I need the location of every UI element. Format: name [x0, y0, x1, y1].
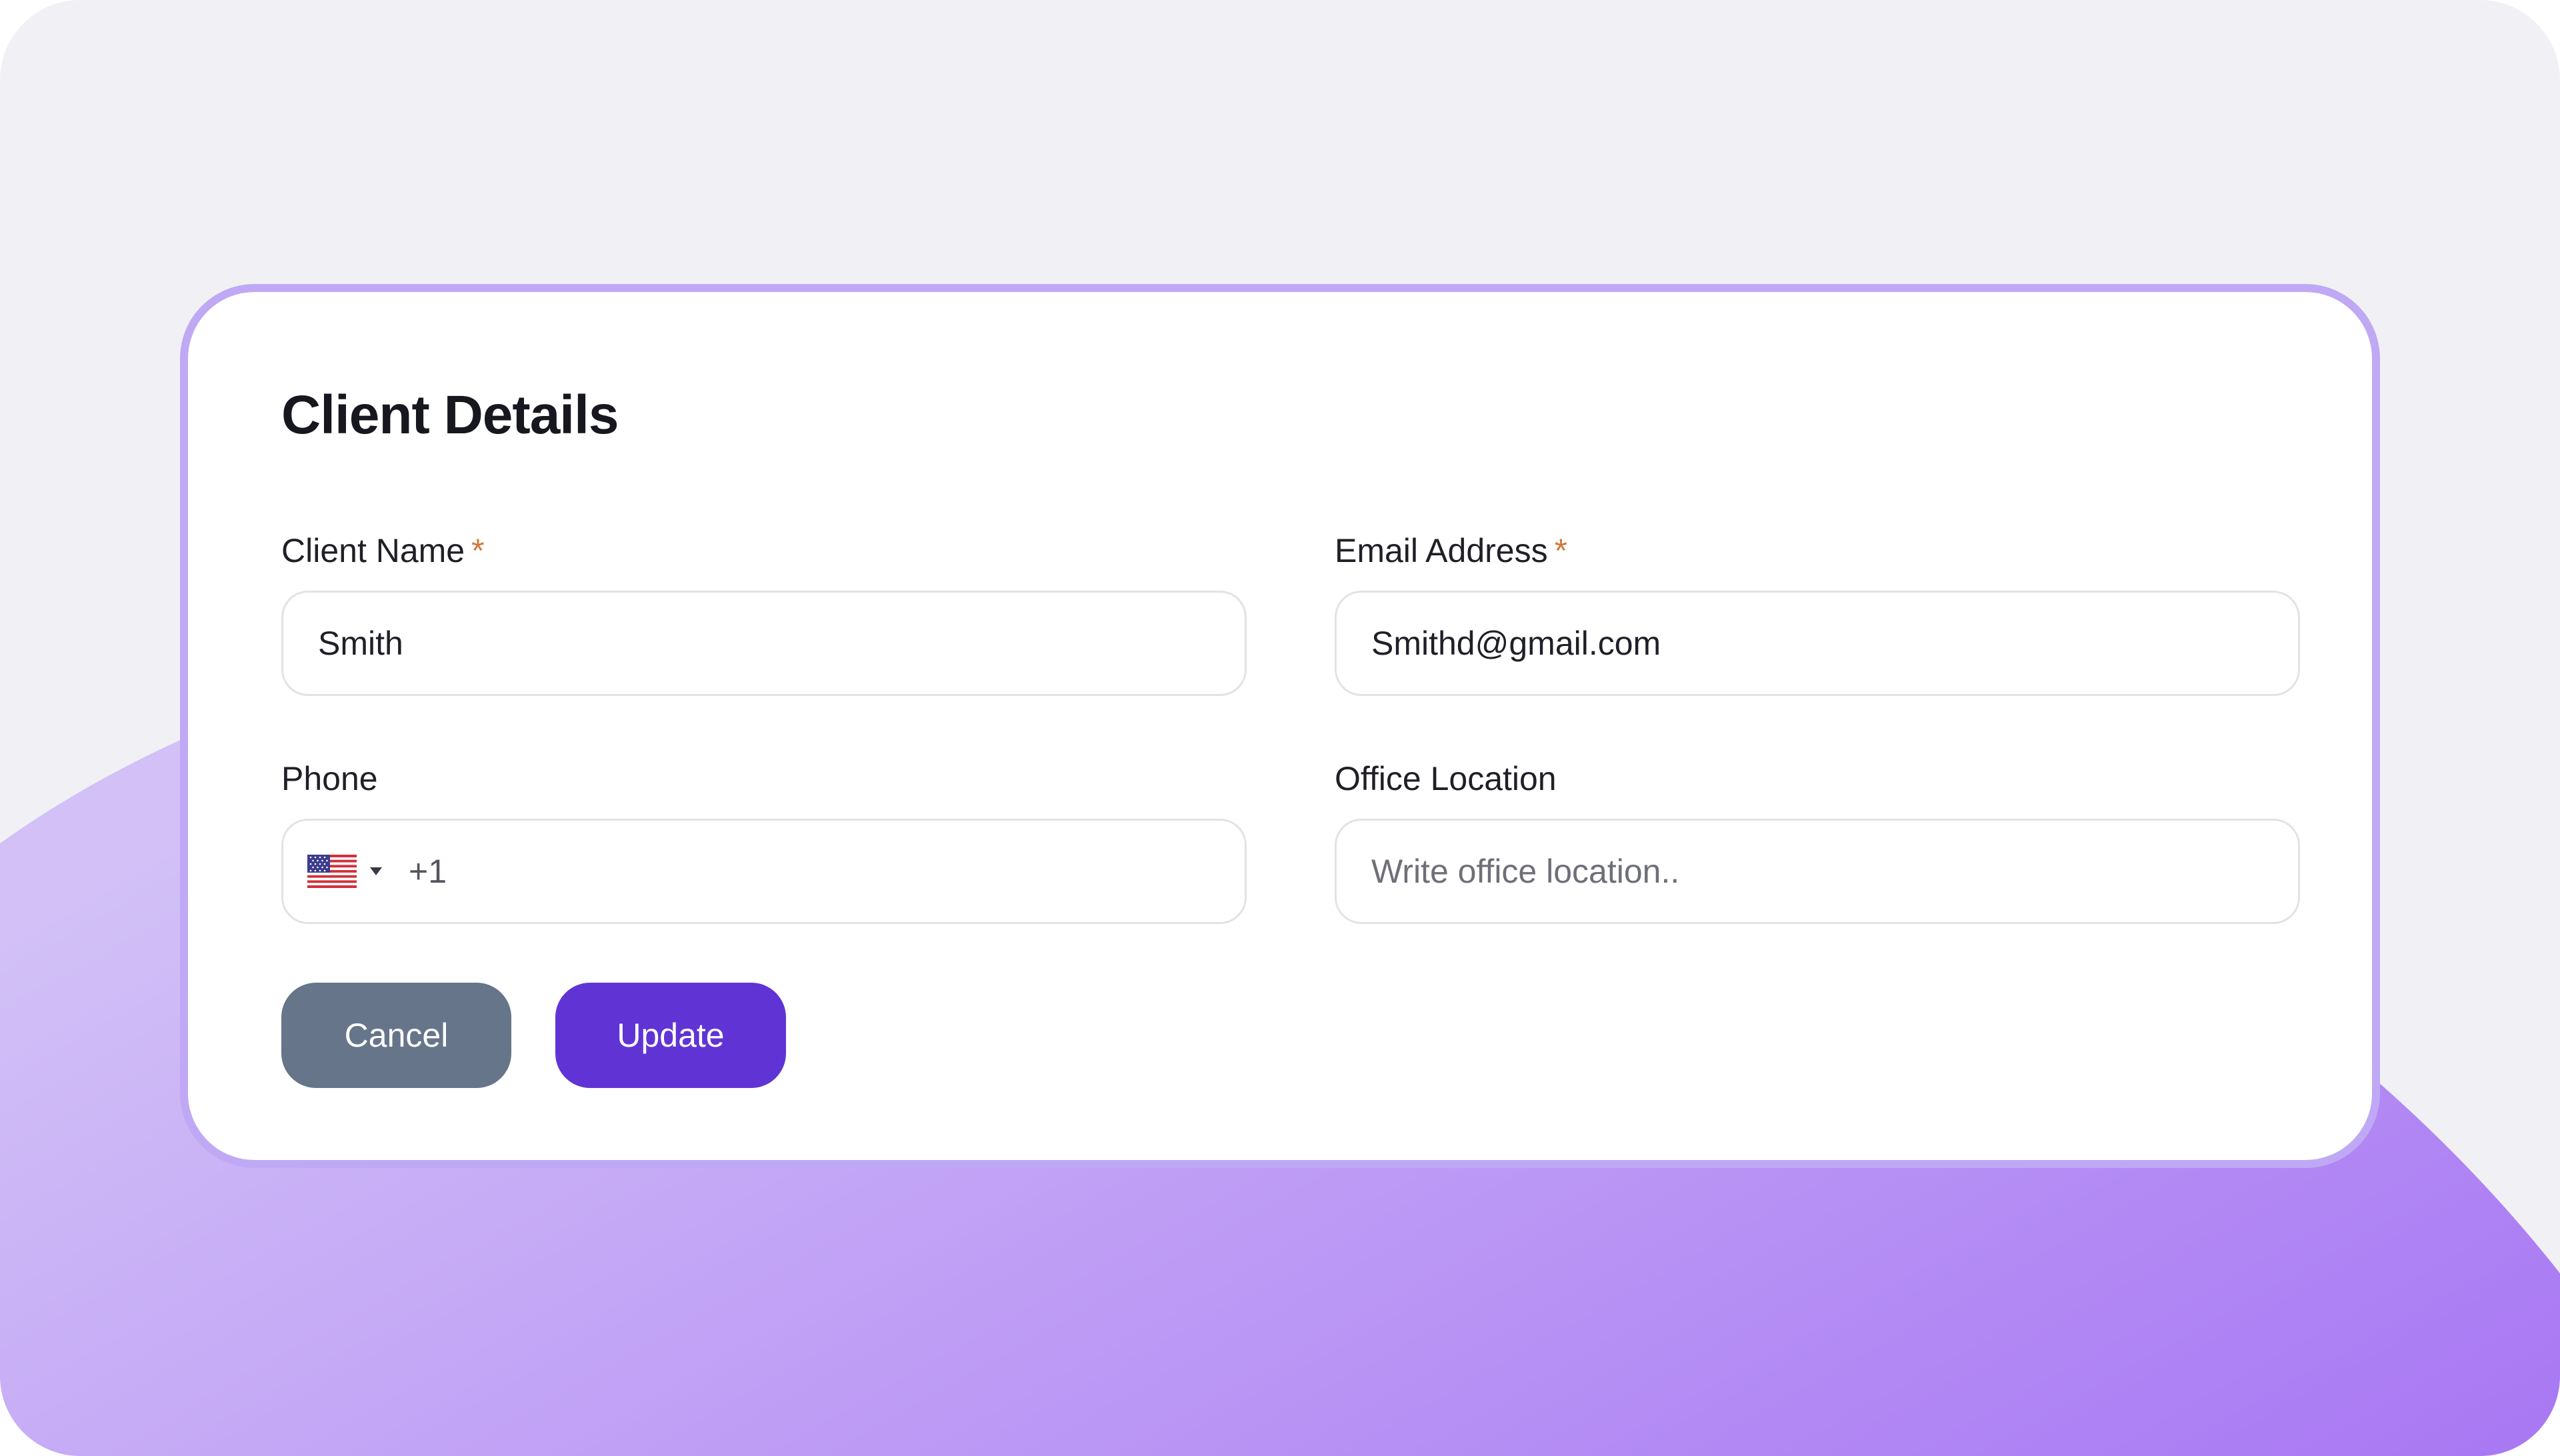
email-input[interactable] — [1337, 593, 2298, 694]
phone-input-box: +1 — [281, 819, 1247, 924]
client-name-field: Client Name * — [281, 529, 1247, 696]
cancel-button[interactable]: Cancel — [281, 983, 511, 1088]
required-marker: * — [471, 532, 485, 569]
office-location-input-box — [1335, 819, 2300, 924]
email-input-box — [1335, 591, 2300, 696]
page-title: Client Details — [281, 385, 619, 445]
client-name-label-text: Client Name — [281, 532, 465, 569]
client-name-input[interactable] — [283, 593, 1245, 694]
office-location-input[interactable] — [1337, 821, 2298, 922]
dial-code: +1 — [409, 853, 447, 890]
phone-field: Phone +1 — [281, 757, 1247, 924]
phone-input[interactable] — [447, 821, 1245, 922]
required-marker: * — [1554, 532, 1568, 569]
country-code-select[interactable] — [307, 821, 382, 922]
update-button[interactable]: Update — [555, 983, 786, 1088]
chevron-down-icon — [370, 867, 382, 875]
us-flag-icon — [307, 855, 357, 888]
client-name-label: Client Name * — [281, 529, 1247, 572]
office-location-label: Office Location — [1335, 760, 1557, 797]
app-frame: Client Details Client Name* Email Addres… — [0, 0, 2560, 1456]
client-name-input-box — [281, 591, 1247, 696]
email-label-text: Email Address — [1335, 532, 1548, 569]
phone-label: Phone — [281, 760, 378, 797]
client-details-card: Client Details Client Name* Email Addres… — [180, 284, 2380, 1168]
office-location-field: Office Location — [1335, 757, 2300, 924]
email-field: Email Address * — [1335, 529, 2300, 696]
email-label: Email Address * — [1335, 529, 2300, 572]
